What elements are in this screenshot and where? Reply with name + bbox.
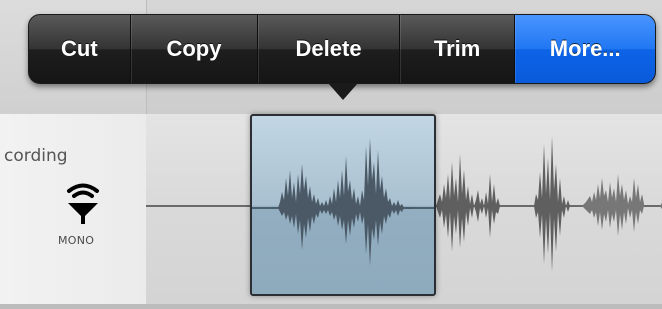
trim-button[interactable]: Trim [400, 15, 516, 83]
waveform-selected [252, 138, 434, 266]
mono-input-icon[interactable] [66, 182, 100, 226]
track-name: cording [4, 146, 68, 166]
bottom-edge [0, 304, 662, 309]
copy-button[interactable]: Copy [131, 15, 259, 83]
delete-button[interactable]: Delete [258, 15, 400, 83]
editor-view: cording MONO Cut Copy Delete Trim More..… [0, 0, 662, 309]
channel-label: MONO [58, 234, 95, 247]
cut-button[interactable]: Cut [29, 15, 131, 83]
menu-pointer-arrow [328, 83, 358, 100]
edit-menu: Cut Copy Delete Trim More... [28, 14, 656, 84]
more-button[interactable]: More... [515, 15, 655, 83]
selected-region[interactable] [250, 114, 436, 296]
